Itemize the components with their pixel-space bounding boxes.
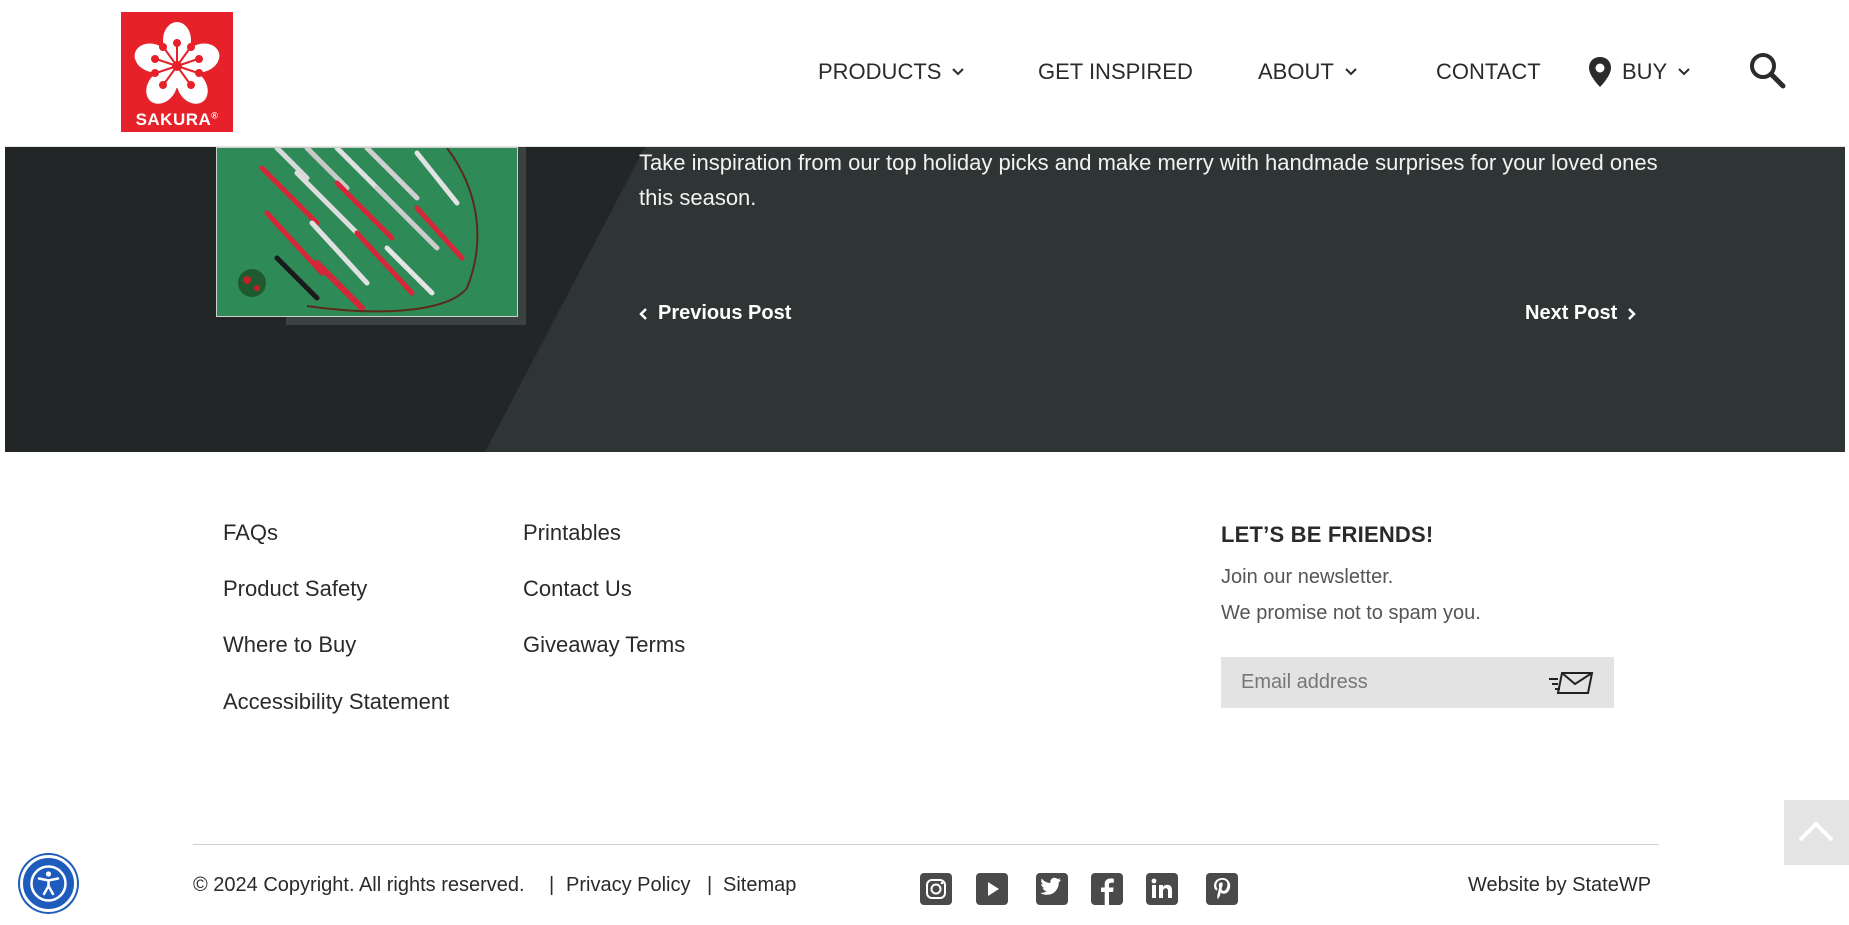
footer-link-product-safety[interactable]: Product Safety [223,576,367,602]
newsletter-line-1: Join our newsletter. [1221,566,1394,588]
nav-label: CONTACT [1436,59,1541,84]
nav-item-get-inspired[interactable]: GET INSPIRED [1038,50,1193,94]
chevron-right-icon [1628,307,1637,320]
site-credit[interactable]: Website by StateWP [1468,874,1651,897]
nav-item-buy[interactable]: BUY [1588,50,1691,94]
nav-label: PRODUCTS [818,59,942,84]
footer-link-accessibility-statement[interactable]: Accessibility Statement [223,689,449,715]
separator: | [549,874,555,896]
chevron-left-icon [639,307,647,320]
youtube-icon[interactable] [976,873,1008,905]
chevron-up-icon [1798,821,1834,842]
cherry-blossom-icon [134,22,220,104]
nav-label: ABOUT [1258,59,1334,84]
footer-link-contact-us[interactable]: Contact Us [523,576,632,602]
email-field[interactable] [1241,671,1541,694]
post-thumbnail[interactable] [216,147,518,317]
next-post-link[interactable]: Next Post [1525,302,1637,325]
footer-link-faqs[interactable]: FAQs [223,520,278,546]
nav-label: GET INSPIRED [1038,59,1193,84]
post-navigation-banner: Take inspiration from our top holiday pi… [5,147,1845,452]
back-to-top-button[interactable] [1784,800,1849,865]
linkedin-icon[interactable] [1146,873,1178,905]
footer-link-printables[interactable]: Printables [523,520,621,546]
newsletter-line-2: We promise not to spam you. [1221,602,1481,624]
newsletter-title: LET’S BE FRIENDS! [1221,522,1434,547]
site-header: SAKURA® PRODUCTS GET INSPIRED ABOUT CONT… [5,0,1845,147]
instagram-icon[interactable] [920,873,952,905]
sakura-logo[interactable]: SAKURA® [121,12,233,132]
accessibility-button[interactable] [20,855,77,912]
copyright-text: © 2024 Copyright. All rights reserved. [193,874,525,896]
send-mail-icon[interactable] [1548,670,1594,696]
previous-post-label: Previous Post [658,302,792,324]
holiday-markers-image [217,148,517,316]
chevron-down-icon [1345,68,1357,76]
footer-link-giveaway-terms[interactable]: Giveaway Terms [523,632,685,658]
nav-item-contact[interactable]: CONTACT [1436,50,1541,94]
nav-label: BUY [1622,59,1668,84]
chevron-down-icon [952,68,965,76]
privacy-policy-link[interactable]: Privacy Policy [566,874,690,897]
footer-divider [193,844,1659,845]
previous-post-link[interactable]: Previous Post [639,302,791,325]
footer-link-where-to-buy[interactable]: Where to Buy [223,632,356,658]
twitter-icon[interactable] [1036,873,1068,905]
post-excerpt: Take inspiration from our top holiday pi… [639,150,1658,210]
facebook-icon[interactable] [1091,873,1123,905]
newsletter-form [1221,657,1614,708]
pinterest-icon[interactable] [1206,873,1238,905]
separator: | [707,874,713,896]
sitemap-link[interactable]: Sitemap [723,874,796,897]
next-post-label: Next Post [1525,302,1618,324]
nav-item-products[interactable]: PRODUCTS [818,50,965,94]
map-pin-icon [1589,57,1611,87]
search-icon[interactable] [1747,50,1787,90]
accessibility-icon [30,865,67,902]
chevron-down-icon [1678,68,1690,76]
nav-item-about[interactable]: ABOUT [1258,50,1358,94]
logo-wordmark: SAKURA® [135,110,219,129]
